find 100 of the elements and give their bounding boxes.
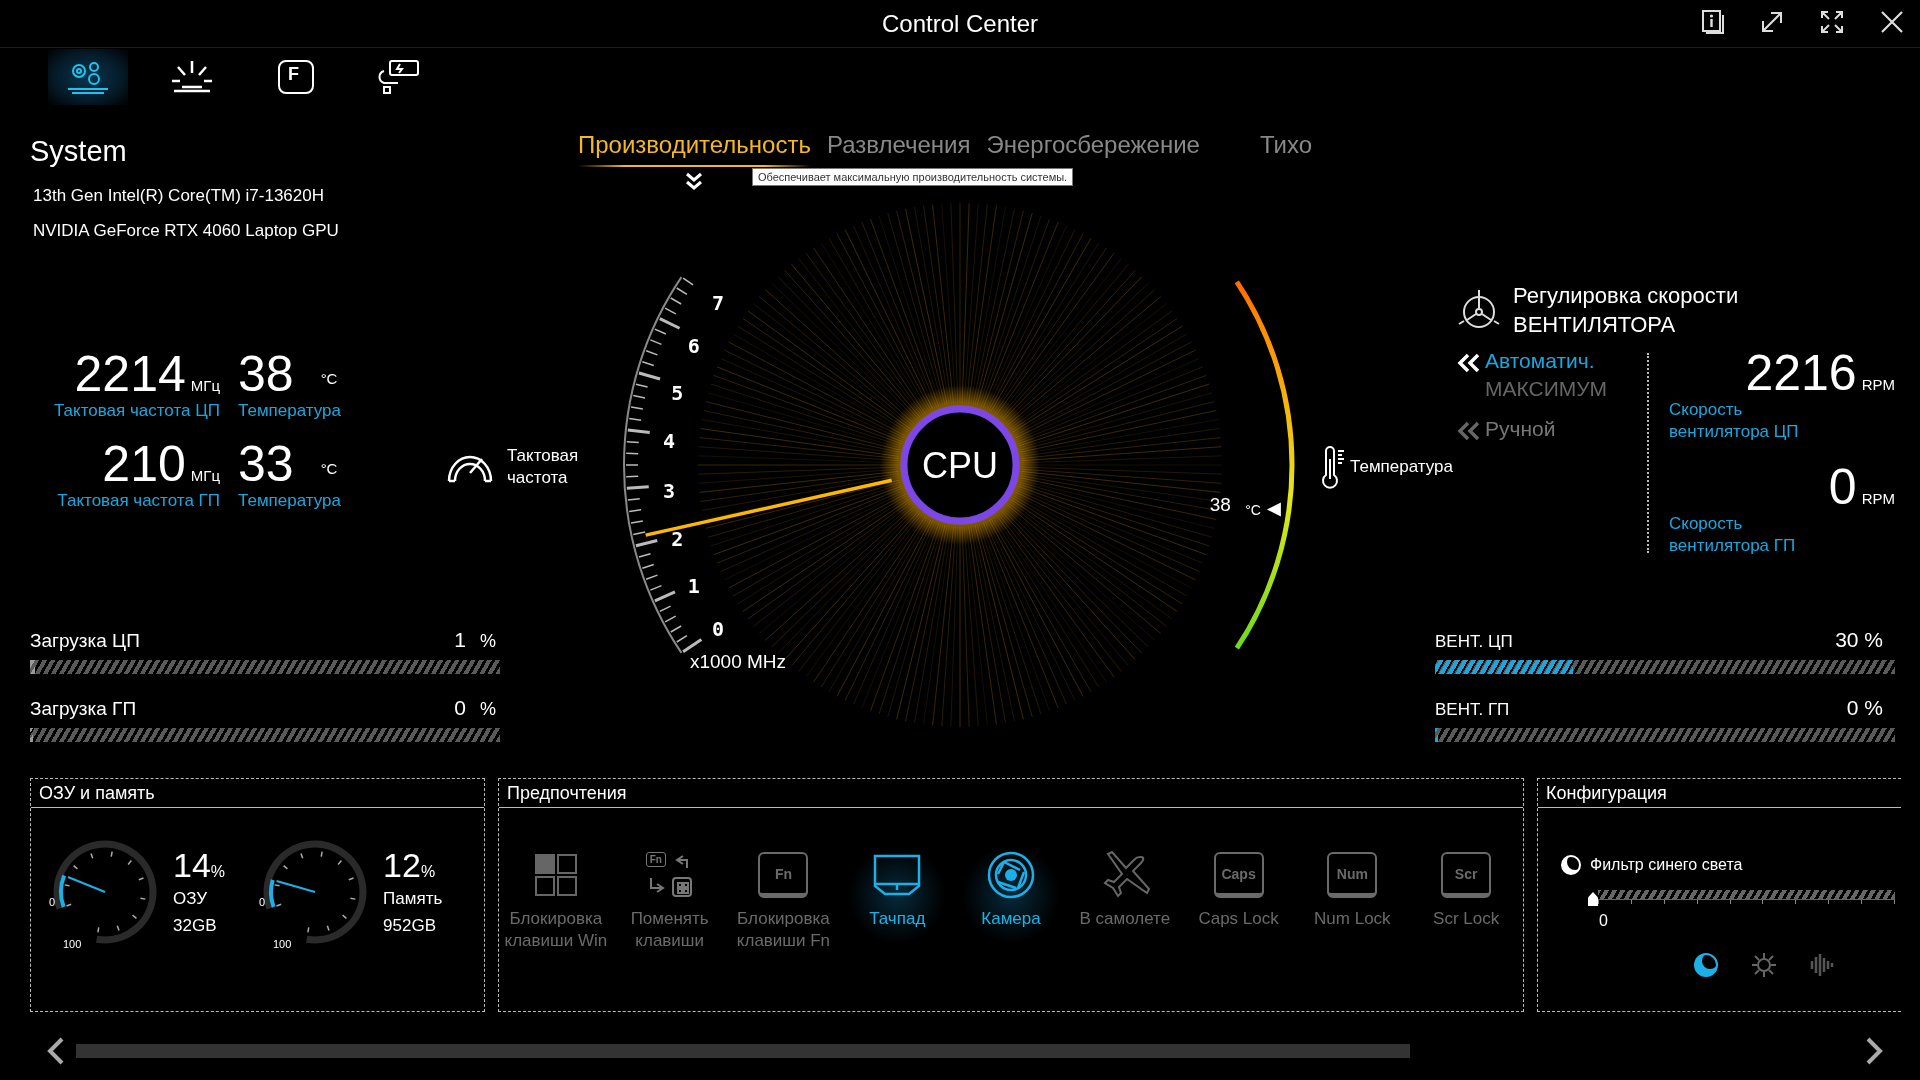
mode-tab[interactable]: Тихо: [1259, 131, 1313, 167]
clock-label: Тактовая частота ЦП: [53, 400, 220, 422]
load-unit: %: [480, 631, 496, 652]
load-label: Загрузка ГП: [30, 698, 138, 720]
toggle-tile[interactable]: Scr Scr Lock: [1409, 848, 1524, 952]
fan-bar-label: ВЕНТ. ГП: [1435, 700, 1511, 720]
temperature-value: 33: [238, 438, 294, 490]
fan-speed-value: 0: [1828, 461, 1857, 513]
keycap-icon: F: [278, 59, 314, 94]
temperature-gauge-label: Температура: [1350, 457, 1453, 477]
temperature-reading-unit: °C: [1245, 502, 1261, 519]
panel-header: Предпочтения: [499, 779, 1523, 808]
fan-bar-value: 30 %: [1835, 628, 1883, 652]
dial-max-label: 100: [63, 938, 82, 950]
keycap-icon: Num: [1327, 852, 1378, 898]
dial-number: 2: [671, 527, 684, 552]
dial-number: 6: [687, 333, 700, 358]
dial-number: 4: [663, 429, 676, 454]
thermometer-icon: [1320, 445, 1346, 489]
scroll-right-icon[interactable]: [1864, 1037, 1884, 1065]
toggle-tile[interactable]: В самолете: [1067, 848, 1182, 952]
fan-speed-label: Скорость вентилятора ЦП: [1669, 399, 1800, 443]
double-chevron-icon: [1457, 353, 1481, 373]
filter-label: Фильтр синего света: [1590, 856, 1743, 874]
dial-needle: [66, 876, 106, 893]
fullscreen-icon[interactable]: [1818, 8, 1846, 36]
window-title: Control Center: [881, 9, 1039, 38]
slider-thumb[interactable]: [1588, 892, 1598, 906]
tooltip: Обеспечивает максимальную производительность системы.: [752, 168, 1074, 186]
clock-unit: МГц: [190, 377, 220, 394]
mode-tab[interactable]: Энергосбережение: [986, 131, 1200, 167]
temperature-value: 38: [238, 348, 294, 400]
dial-number: 1: [687, 574, 700, 599]
toggle-tile[interactable]: Num Num Lock: [1295, 848, 1410, 952]
toggle-tile[interactable]: Fn Блокировка клавиши Fn: [726, 848, 841, 952]
dial-number: 5: [671, 380, 684, 405]
display-mode-button[interactable]: [1751, 952, 1777, 978]
toggle-tile[interactable]: Fn Поменять клавиши: [612, 848, 727, 952]
dial-number: 7: [711, 290, 724, 315]
clock-label: Тактовая частота ГП: [57, 490, 220, 512]
gpu-model: NVIDIA GeForce RTX 4060 Laptop GPU: [32, 220, 340, 242]
keycap-icon: Caps: [1213, 852, 1264, 898]
display-mode-button[interactable]: [1693, 952, 1719, 978]
clock-value: 210: [102, 438, 186, 490]
nav-tab[interactable]: F: [256, 48, 336, 105]
touchpad-icon: [872, 852, 923, 898]
load-value: 0: [454, 696, 466, 720]
percent-unit: %: [420, 862, 436, 881]
keycap-icon: Fn: [758, 852, 809, 898]
double-chevron-icon: [1457, 421, 1481, 441]
temperature-reading: 38: [1209, 494, 1231, 516]
fan-speed-unit: RPM: [1861, 376, 1895, 393]
half-moon-icon: [1560, 854, 1582, 876]
dial-number: 3: [663, 478, 676, 503]
memory-label: Память: [383, 887, 443, 910]
memory-size: 32GB: [173, 914, 218, 937]
sun-icon: [1751, 952, 1777, 978]
dial-max-label: 100: [273, 938, 292, 950]
fan-bar-label: ВЕНТ. ЦП: [1435, 632, 1514, 652]
clock-value: 2214: [74, 348, 186, 400]
toggle-tile[interactable]: Caps Caps Lock: [1181, 848, 1296, 952]
toggle-tile[interactable]: Блокировка клавиши Win: [499, 848, 613, 952]
cpu-label: CPU: [922, 445, 998, 486]
dial-min-label: 0: [49, 896, 56, 908]
keycap-icon: Scr: [1441, 852, 1492, 898]
load-value: 1: [454, 628, 466, 652]
dial-min-label: 0: [259, 896, 266, 908]
clock-unit: МГц: [190, 467, 220, 484]
dial-number: 0: [711, 617, 724, 642]
fan-speed-value: 2216: [1745, 347, 1857, 399]
fan-control-title: Регулировка скорости ВЕНТИЛЯТОРА: [1513, 282, 1740, 339]
dial-needle: [275, 879, 317, 893]
window-grid-icon: [532, 852, 579, 898]
percent-unit: %: [210, 862, 226, 881]
temperature-unit: °C: [320, 369, 338, 387]
usage-percent: 14: [173, 845, 211, 885]
load-label: Загрузка ЦП: [30, 630, 141, 652]
panel-header: ОЗУ и память: [31, 779, 484, 808]
system-title: System: [30, 135, 128, 168]
fan-mode-option[interactable]: Автоматич. МАКСИМУМ: [1457, 347, 1647, 403]
fan-speed-unit: RPM: [1861, 490, 1895, 507]
clock-gauge-label: Тактовая частота: [507, 445, 580, 489]
temperature-label: Температура: [238, 490, 341, 512]
fan-mode-option[interactable]: Ручной: [1457, 415, 1647, 443]
mode-tab[interactable]: Развлечения: [826, 131, 971, 167]
nav-tab[interactable]: [48, 48, 128, 105]
fan-mode-label: Автоматич.: [1485, 348, 1596, 374]
temperature-label: Температура: [238, 400, 341, 422]
usage-percent: 12: [383, 845, 421, 885]
temperature-unit: °C: [320, 459, 338, 477]
fan-bar-value: 0 %: [1846, 696, 1883, 720]
sound-wave-icon: [1809, 952, 1835, 978]
fan-mode-detail: МАКСИМУМ: [1485, 376, 1608, 402]
memory-size: 952GB: [383, 914, 437, 937]
fan-mode-label: Ручной: [1485, 416, 1556, 442]
scroll-left-icon[interactable]: [46, 1037, 66, 1065]
camera-aperture-icon: [986, 850, 1036, 900]
memory-label: ОЗУ: [173, 887, 209, 910]
load-unit: %: [480, 699, 496, 720]
cpu-model: 13th Gen Intel(R) Core(TM) i7-13620H: [32, 185, 325, 207]
